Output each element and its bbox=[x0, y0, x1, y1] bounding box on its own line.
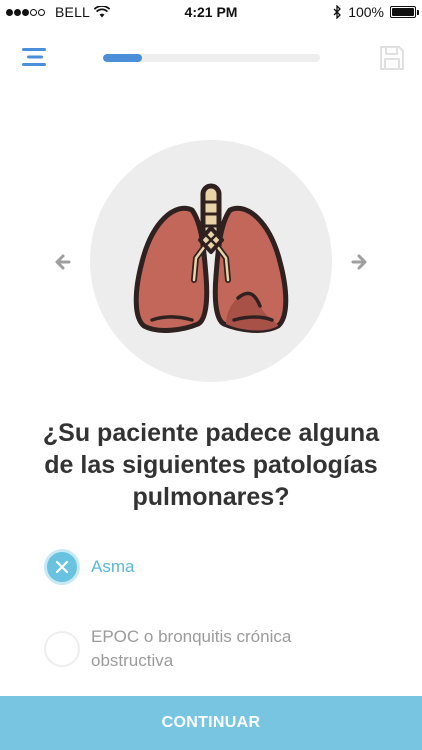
bluetooth-icon bbox=[333, 5, 342, 19]
save-button[interactable] bbox=[379, 45, 405, 71]
option-epoc[interactable]: EPOC o bronquitis crónica obstructiva bbox=[44, 625, 384, 675]
next-button[interactable] bbox=[349, 252, 369, 272]
option-label: Asma bbox=[91, 557, 135, 576]
continue-button[interactable]: CONTINUAR bbox=[0, 696, 422, 750]
hamburger-menu-icon bbox=[22, 48, 46, 66]
battery-icon bbox=[390, 6, 419, 18]
progress-bar-fill bbox=[103, 54, 143, 62]
option-asma[interactable]: Asma bbox=[44, 549, 384, 585]
progress-bar bbox=[103, 54, 320, 62]
arrow-left-icon bbox=[55, 254, 71, 270]
option-label: EPOC o bronquitis crónica obstructiva bbox=[91, 627, 292, 670]
radio-unselected[interactable] bbox=[44, 631, 80, 667]
menu-button[interactable] bbox=[20, 44, 48, 70]
radio-selected[interactable] bbox=[44, 549, 80, 585]
status-right: 100% bbox=[333, 4, 419, 20]
question-text: ¿Su paciente padece alguna de las siguie… bbox=[42, 419, 380, 511]
previous-button[interactable] bbox=[53, 252, 73, 272]
close-icon bbox=[55, 560, 69, 574]
arrow-right-icon bbox=[351, 254, 367, 270]
status-bar: BELL 4:21 PM 100% bbox=[0, 0, 422, 24]
lungs-icon bbox=[133, 183, 289, 333]
battery-percent: 100% bbox=[348, 4, 384, 20]
floppy-disk-icon bbox=[380, 46, 404, 70]
screen: BELL 4:21 PM 100% ¿Su paciente padece al… bbox=[0, 0, 422, 750]
